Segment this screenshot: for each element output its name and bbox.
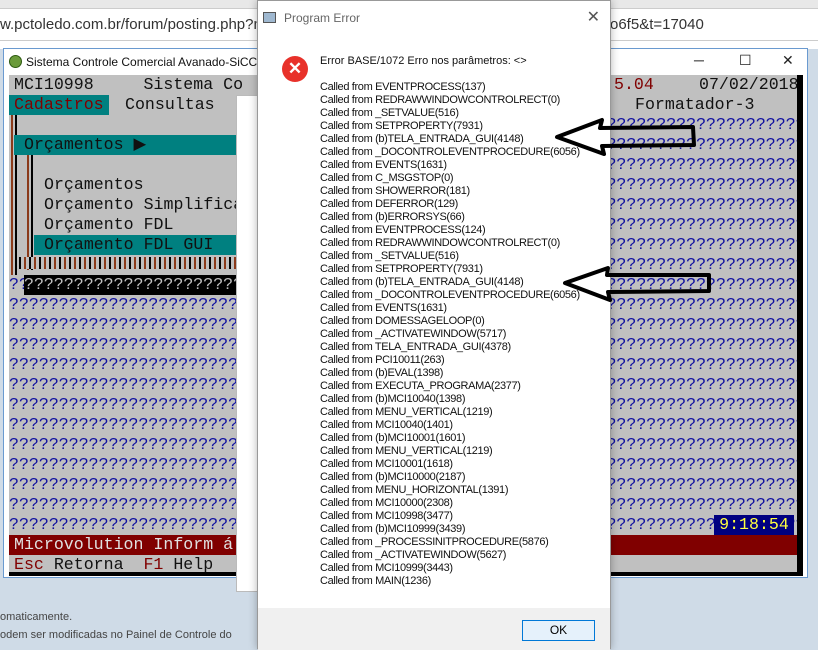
arrow-annotation [555, 118, 696, 156]
arrow-annotation [563, 266, 711, 302]
annotation-arrows [555, 118, 711, 302]
